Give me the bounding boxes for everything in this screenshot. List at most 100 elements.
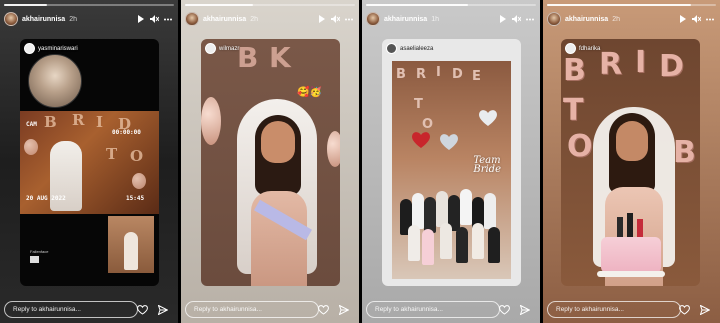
story-progress-fill [4,4,47,6]
story-username[interactable]: akhairunnisa [203,16,246,23]
balloon-letter: K [269,41,291,74]
story-time: 2h [69,15,77,23]
story-panel-3[interactable]: akhairunnisa 1h asaelialeeza B R I D E T… [362,0,540,323]
send-icon[interactable] [158,305,168,315]
team-bride-line-2: Bride [473,164,501,175]
mute-icon[interactable] [150,15,159,23]
group-photo: B R I D E T O Team Bride [392,61,511,279]
avatar [386,43,397,54]
avatar[interactable] [547,12,561,26]
balloon-letter: B [563,53,586,88]
play-icon[interactable] [499,15,507,23]
reply-input[interactable]: Reply to akhairunnisa... [185,301,319,318]
avatar[interactable] [366,12,380,26]
group-crowd [400,179,504,269]
cake-stand [597,271,665,277]
avatar [205,43,216,54]
balloon-letter: I [436,65,441,80]
shared-post-card[interactable]: fdharika B R I D T O B [561,39,700,286]
story-header: akhairunnisa 2h [4,11,172,27]
card-author[interactable]: fdharika [565,43,600,54]
emoji-sticker[interactable]: 🥰🥳 [297,87,322,98]
story-panel-4[interactable]: akhairunnisa 2h fdharika B R I D T O B R… [543,0,720,323]
team-bride-sticker: Team Bride [473,156,501,175]
story-panel-1[interactable]: akhairunnisa 2h yasminariswari B R I D T… [0,0,178,323]
balloon-letter: E [472,69,481,84]
avatar[interactable] [4,12,18,26]
story-time: 2h [612,15,620,23]
heart-icon[interactable] [499,305,510,315]
balloon-letter: B [396,67,406,82]
mute-icon[interactable] [692,15,701,23]
bride-figure [124,232,138,270]
balloon-letter: O [130,147,144,165]
heart-icon[interactable] [679,305,690,315]
send-icon[interactable] [700,305,710,315]
mute-icon[interactable] [512,15,521,23]
story-progress-bar [547,4,716,6]
face [616,121,648,161]
play-icon[interactable] [318,15,326,23]
balloon-letter: T [106,145,118,163]
music-cover [30,256,39,263]
play-icon[interactable] [679,15,687,23]
balloon-letter: I [96,113,104,131]
story-progress-fill [366,4,468,6]
story-time: 1h [431,15,439,23]
send-icon[interactable] [520,305,530,315]
heart-icon[interactable] [137,305,148,315]
balloon-letter: B [237,41,259,74]
play-icon[interactable] [137,15,145,23]
face [261,121,295,163]
more-icon[interactable] [164,18,172,21]
shared-post-card[interactable]: asaelialeeza B R I D E T O Team Bride [382,39,521,286]
balloon [132,173,146,189]
story-username[interactable]: akhairunnisa [22,16,65,23]
balloon-letter: R [416,67,427,82]
camera-date: 20 AUG 2022 [26,195,66,202]
balloon-letter: T [563,93,584,128]
avatar[interactable] [185,12,199,26]
avatar [565,43,576,54]
card-username: asaelialeeza [400,45,434,52]
balloon-letter: I [635,45,647,80]
more-icon[interactable] [345,18,353,21]
story-username[interactable]: akhairunnisa [384,16,427,23]
cake-topper [617,213,643,237]
story-progress-bar [185,4,355,6]
reply-input[interactable]: Reply to akhairunnisa... [4,301,138,318]
balloon-letter: D [659,49,684,84]
story-time: 2h [250,15,258,23]
balloon-letter: O [422,117,434,132]
balloon [201,97,221,145]
card-author[interactable]: yasminariswari [24,43,78,54]
shared-post-card[interactable]: yasminariswari B R I D T O CAM 00:00:00 … [20,39,159,286]
heart-balloon [479,110,497,126]
shared-post-card[interactable]: wilmazr B K 🥰🥳 [201,39,340,286]
story-header: akhairunnisa 2h [547,11,714,27]
cake [601,237,661,273]
story-panel-2[interactable]: akhairunnisa 2h wilmazr B K 🥰🥳 Reply to … [181,0,359,323]
more-icon[interactable] [526,18,534,21]
card-author[interactable]: wilmazr [205,43,239,54]
balloon-letter: B [44,113,57,131]
balloon [327,131,340,167]
mute-icon[interactable] [331,15,340,23]
story-username[interactable]: akhairunnisa [565,16,608,23]
heart-icon[interactable] [318,305,329,315]
camera-time: 00:00:00 [112,129,141,136]
more-icon[interactable] [706,18,714,21]
card-username: wilmazr [219,45,240,52]
heart-balloon [412,132,430,148]
story-progress-bar [4,4,174,6]
vintage-camera-photo: B R I D T O CAM 00:00:00 20 AUG 2022 15:… [20,111,159,214]
send-icon[interactable] [339,305,349,315]
reply-input[interactable]: Reply to akhairunnisa... [366,301,500,318]
balloon-letter: T [414,97,423,112]
music-sticker[interactable]: Fallenface [30,249,48,263]
reply-input[interactable]: Reply to akhairunnisa... [547,301,681,318]
circle-photo [28,54,82,108]
card-username: fdharika [579,45,601,52]
balloon [24,139,38,155]
card-author[interactable]: asaelialeeza [386,43,433,54]
